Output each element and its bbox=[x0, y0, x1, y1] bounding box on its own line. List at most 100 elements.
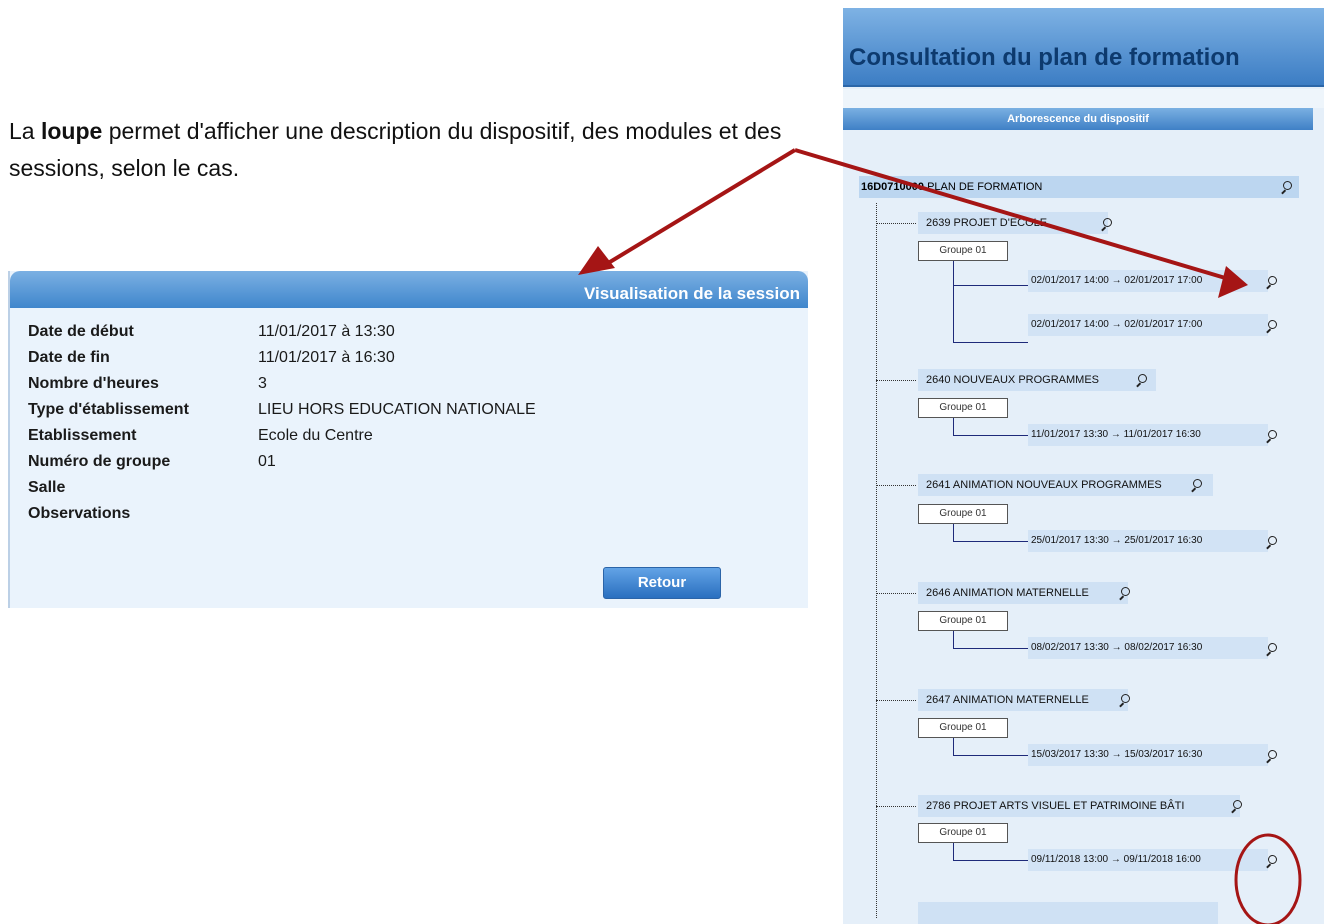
row-type-etablissement: Type d'établissement LIEU HORS EDUCATION… bbox=[28, 397, 536, 423]
search-icon[interactable] bbox=[1265, 750, 1277, 762]
tree-node-dispositif[interactable]: 2640 NOUVEAUX PROGRAMMES bbox=[918, 369, 1156, 391]
row-label: Numéro de groupe bbox=[28, 453, 171, 470]
search-icon[interactable] bbox=[1135, 374, 1147, 386]
row-date-fin: Date de fin 11/01/2017 à 16:30 bbox=[28, 345, 536, 371]
row-label: Nombre d'heures bbox=[28, 375, 159, 392]
row-etablissement: Etablissement Ecole du Centre bbox=[28, 423, 536, 449]
session-label: 02/01/2017 14:00 → 02/01/2017 17:00 bbox=[1031, 319, 1203, 330]
tree-node-session[interactable]: 15/03/2017 13:30 → 15/03/2017 16:30 bbox=[1028, 744, 1268, 766]
tree-branch bbox=[876, 485, 916, 486]
row-value: 11/01/2017 à 13:30 bbox=[258, 323, 395, 340]
tree-branch bbox=[876, 700, 916, 701]
row-label: Etablissement bbox=[28, 427, 137, 444]
tree-node-dispositif[interactable]: 2647 ANIMATION MATERNELLE bbox=[918, 689, 1128, 711]
search-icon[interactable] bbox=[1118, 694, 1130, 706]
search-icon[interactable] bbox=[1100, 218, 1112, 230]
root-code: 16D0710000 bbox=[861, 181, 925, 193]
row-value: 01 bbox=[258, 453, 276, 470]
intro-prefix: La bbox=[9, 118, 41, 144]
tree-node-dispositif[interactable]: 2639 PROJET D'ECOLE bbox=[918, 212, 1108, 234]
search-icon[interactable] bbox=[1265, 320, 1277, 332]
tree-branch bbox=[876, 593, 916, 594]
session-rows: Date de début 11/01/2017 à 13:30 Date de… bbox=[28, 319, 536, 527]
search-icon[interactable] bbox=[1230, 800, 1242, 812]
row-nombre-heures: Nombre d'heures 3 bbox=[28, 371, 536, 397]
tree-vertical-connector bbox=[876, 203, 877, 918]
session-label: 11/01/2017 13:30 → 11/01/2017 16:30 bbox=[1031, 429, 1201, 440]
row-value: 11/01/2017 à 16:30 bbox=[258, 349, 395, 366]
session-label: 09/11/2018 13:00 → 09/11/2018 16:00 bbox=[1031, 854, 1201, 865]
tree-node-dispositif-partial bbox=[918, 902, 1218, 924]
tree-node-session[interactable]: 25/01/2017 13:30 → 25/01/2017 16:30 bbox=[1028, 530, 1268, 552]
tree-node-session[interactable]: 09/11/2018 13:00 → 09/11/2018 16:00 bbox=[1028, 849, 1268, 871]
tree-line bbox=[953, 648, 1028, 649]
search-icon[interactable] bbox=[1190, 479, 1202, 491]
search-icon[interactable] bbox=[1265, 855, 1277, 867]
search-icon[interactable] bbox=[1118, 587, 1130, 599]
row-observations: Observations bbox=[28, 501, 536, 527]
session-label: 02/01/2017 14:00 → 02/01/2017 17:00 bbox=[1031, 275, 1203, 286]
tree-line bbox=[953, 860, 1028, 861]
row-label: Date de fin bbox=[28, 349, 110, 366]
dispositif-label: 2641 ANIMATION NOUVEAUX PROGRAMMES bbox=[926, 479, 1162, 491]
retour-button[interactable]: Retour bbox=[603, 567, 721, 599]
groupe-box[interactable]: Groupe 01 bbox=[918, 241, 1008, 261]
search-icon[interactable] bbox=[1265, 276, 1277, 288]
tree-root-node[interactable]: 16D0710000 PLAN DE FORMATION bbox=[859, 176, 1299, 198]
session-label: 15/03/2017 13:30 → 15/03/2017 16:30 bbox=[1031, 749, 1203, 760]
tree-node-dispositif[interactable]: 2641 ANIMATION NOUVEAUX PROGRAMMES bbox=[918, 474, 1213, 496]
row-label: Observations bbox=[28, 505, 131, 522]
tree-line bbox=[953, 843, 954, 861]
search-icon[interactable] bbox=[1265, 643, 1277, 655]
tree-node-session[interactable]: 08/02/2017 13:30 → 08/02/2017 16:30 bbox=[1028, 637, 1268, 659]
tree-line bbox=[953, 631, 954, 649]
tree-line bbox=[953, 541, 1028, 542]
row-value: LIEU HORS EDUCATION NATIONALE bbox=[258, 401, 536, 418]
intro-bold-loupe: loupe bbox=[40, 118, 103, 144]
dispositif-label: 2639 PROJET D'ECOLE bbox=[926, 217, 1048, 229]
tree-branch bbox=[876, 380, 916, 381]
tree-line bbox=[953, 342, 1028, 343]
groupe-box[interactable]: Groupe 01 bbox=[918, 504, 1008, 524]
dispositif-label: 2646 ANIMATION MATERNELLE bbox=[926, 587, 1089, 599]
tree-line bbox=[953, 418, 954, 436]
groupe-box[interactable]: Groupe 01 bbox=[918, 718, 1008, 738]
search-icon[interactable] bbox=[1280, 181, 1292, 193]
tree-branch bbox=[876, 806, 916, 807]
session-panel: Visualisation de la session Date de débu… bbox=[8, 271, 808, 608]
plan-title-bar: Consultation du plan de formation bbox=[843, 8, 1324, 87]
intro-text: La loupe permet d'afficher une descripti… bbox=[9, 113, 809, 187]
intro-suffix: permet d'afficher une description du dis… bbox=[9, 118, 782, 181]
session-label: 08/02/2017 13:30 → 08/02/2017 16:30 bbox=[1031, 642, 1203, 653]
panel-top-margin bbox=[843, 0, 1324, 8]
tree-line bbox=[953, 755, 1028, 756]
tree-branch bbox=[876, 223, 916, 224]
root-label: PLAN DE FORMATION bbox=[924, 181, 1043, 193]
row-label: Salle bbox=[28, 479, 66, 496]
arborescence-header: Arborescence du dispositif bbox=[843, 108, 1313, 130]
tree-line bbox=[953, 435, 1028, 436]
tree-node-dispositif[interactable]: 2646 ANIMATION MATERNELLE bbox=[918, 582, 1128, 604]
tree-line bbox=[953, 738, 954, 756]
session-header: Visualisation de la session bbox=[10, 271, 808, 308]
dispositif-label: 2647 ANIMATION MATERNELLE bbox=[926, 694, 1089, 706]
search-icon[interactable] bbox=[1265, 430, 1277, 442]
search-icon[interactable] bbox=[1265, 536, 1277, 548]
tree-node-session[interactable]: 02/01/2017 14:00 → 02/01/2017 17:00 bbox=[1028, 314, 1268, 336]
row-label: Date de début bbox=[28, 323, 134, 340]
groupe-box[interactable]: Groupe 01 bbox=[918, 398, 1008, 418]
row-value: Ecole du Centre bbox=[258, 427, 373, 444]
plan-panel: Consultation du plan de formation Arbore… bbox=[843, 0, 1324, 924]
tree-line bbox=[953, 524, 954, 542]
plan-title: Consultation du plan de formation bbox=[849, 44, 1240, 71]
panel-gap bbox=[843, 89, 1324, 108]
groupe-box[interactable]: Groupe 01 bbox=[918, 823, 1008, 843]
dispositif-label: 2786 PROJET ARTS VISUEL ET PATRIMOINE BÂ… bbox=[926, 800, 1185, 812]
tree-node-session[interactable]: 02/01/2017 14:00 → 02/01/2017 17:00 bbox=[1028, 270, 1268, 292]
session-label: 25/01/2017 13:30 → 25/01/2017 16:30 bbox=[1031, 535, 1203, 546]
row-value: 3 bbox=[258, 375, 267, 392]
groupe-box[interactable]: Groupe 01 bbox=[918, 611, 1008, 631]
dispositif-label: 2640 NOUVEAUX PROGRAMMES bbox=[926, 374, 1099, 386]
tree-node-session[interactable]: 11/01/2017 13:30 → 11/01/2017 16:30 bbox=[1028, 424, 1268, 446]
tree-node-dispositif[interactable]: 2786 PROJET ARTS VISUEL ET PATRIMOINE BÂ… bbox=[918, 795, 1240, 817]
